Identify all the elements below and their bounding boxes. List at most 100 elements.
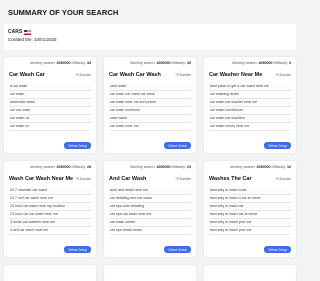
card-metrics: Monthly search: 4050000 Difficulty: 34 — [9, 61, 91, 65]
keyword-list: card wash car wash car wash car wash car… — [109, 83, 191, 131]
card-metrics: Monthly search: 4050000 Difficulty: 23 — [109, 165, 191, 169]
keyword-item: car wash near me — [109, 123, 191, 131]
keyword-item: car wash car washers — [209, 115, 291, 123]
keyword-item: car wash ca — [9, 115, 91, 123]
card-title: Washes The Car — [209, 176, 252, 182]
keyword-item: car washing deals — [209, 91, 291, 99]
monthly-search-label: Monthly search: — [130, 61, 156, 65]
keyword-item: car spa car wash near me — [109, 211, 191, 219]
keyword-group-card-partial — [104, 265, 196, 281]
keyword-item: car spa detail center — [109, 227, 191, 235]
monthly-search-value: 4050000 — [56, 165, 71, 169]
monthly-search-label: Monthly search: — [30, 61, 56, 65]
monthly-search-value: 4050000 — [156, 165, 171, 169]
keyword-item: card wash — [109, 83, 191, 91]
card-metrics: Monthly search: 4050000 Difficulty: 45 — [109, 61, 191, 65]
difficulty-label: Difficulty: — [273, 61, 288, 65]
keyword-list: 24 7 carwash car wash 24 7 self car wash… — [9, 187, 91, 235]
page-title: SUMMARY OF YOUR SEARCH — [8, 8, 119, 17]
keyword-list: best place to get a car wash near me car… — [209, 83, 291, 131]
bucket-count: +9 Buckets — [175, 177, 191, 181]
card-title: Car Washer Near Me — [209, 72, 263, 78]
bucket-count: +9 Buckets — [275, 177, 291, 181]
card-title: And Car Wash — [109, 176, 147, 182]
select-group-button[interactable]: Select Group — [264, 246, 291, 253]
keyword-item: automatic wash — [9, 99, 91, 107]
monthly-search-value: 4050000 — [156, 61, 171, 65]
bucket-count: +9 Buckets — [75, 73, 91, 77]
difficulty-label: Difficulty: — [71, 165, 86, 169]
keyword-item: car detailing and car wash — [109, 195, 191, 203]
difficulty-label: Difficulty: — [271, 165, 286, 169]
keyword-group-card: Monthly search: 4050000 Difficulty: 45 C… — [104, 57, 196, 153]
keyword-item: best way to wash car — [209, 203, 291, 211]
keyword-list: auto and detail near me car detailing an… — [109, 187, 191, 235]
card-title: Wash Car Wash Near Me — [9, 176, 74, 182]
keyword-group-card: Monthly search: 4050000 Difficulty: 34 C… — [4, 57, 96, 153]
monthly-search-value: 4050000 — [56, 61, 71, 65]
difficulty-label: Difficulty: — [71, 61, 86, 65]
keyword-item: best way to wash your car — [209, 219, 291, 227]
keyword-item: 24 hour car car wash near me — [9, 211, 91, 219]
keyword-item: a car wash — [9, 83, 91, 91]
monthly-search-label: Monthly search: — [232, 61, 258, 65]
difficulty-value: 45 — [187, 61, 191, 65]
card-metrics: Monthly search: 4050000 Difficulty: 28 — [9, 165, 91, 169]
page-header: SUMMARY OF YOUR SEARCH — [4, 0, 296, 20]
keyword-item: car wash car washer near me — [209, 99, 291, 107]
difficulty-label: Difficulty: — [171, 61, 186, 65]
keyword-item: car wash car wash car wash — [109, 91, 191, 99]
monthly-search-value: 4050000 — [258, 61, 273, 65]
keyword-group-card-partial — [204, 265, 296, 281]
difficulty-label: Difficulty: — [171, 165, 186, 169]
card-metrics: Monthly search: 4050000 Difficulty: 16 — [209, 165, 291, 169]
keyword-item: best way to wash your car — [209, 227, 291, 235]
bucket-count: +9 Buckets — [175, 73, 191, 77]
difficulty-value: 3 — [289, 61, 291, 65]
keyword-item: 24 7 self car wash near me — [9, 195, 91, 203]
keyword-group-card: Monthly search: 4050000 Difficulty: 28 W… — [4, 161, 96, 257]
keyword-item: 24 hour car wash near my location — [9, 203, 91, 211]
bucket-count: +9 Buckets — [75, 177, 91, 181]
search-info-panel: CARS Created the: 10/01/2025 — [4, 24, 296, 50]
monthly-search-label: Monthly search: — [230, 165, 256, 169]
keyword-item: car wash honey near me — [209, 123, 291, 131]
difficulty-value: 16 — [287, 165, 291, 169]
select-group-button[interactable]: Select Group — [64, 142, 91, 149]
card-metrics: Monthly search: 4050000 Difficulty: 3 — [209, 61, 291, 65]
keyword-list: a car wash car wash automatic wash car c… — [9, 83, 91, 131]
next-row-cards — [4, 265, 296, 281]
keyword-item: car wash nv — [9, 123, 91, 131]
category-row: CARS — [8, 29, 292, 35]
keyword-group-card: Monthly search: 4050000 Difficulty: 16 W… — [204, 161, 296, 257]
keyword-group-grid: Monthly search: 4050000 Difficulty: 34 C… — [4, 57, 296, 257]
card-title: Car Wash Car Wash — [109, 72, 161, 78]
keyword-item: car wash conditioner — [209, 107, 291, 115]
keyword-item: best place to get a car wash near me — [209, 83, 291, 91]
difficulty-value: 23 — [187, 165, 191, 169]
select-group-button[interactable]: Select Group — [64, 246, 91, 253]
keyword-item: car spa auto detailing — [109, 203, 191, 211]
select-group-button[interactable]: Select Group — [264, 142, 291, 149]
keyword-item: car wash weekend — [109, 107, 191, 115]
keyword-item: best way to wash a car at home — [209, 195, 291, 203]
keyword-item: 4 self car wash near me — [9, 227, 91, 235]
keyword-group-card-partial — [4, 265, 96, 281]
select-group-button[interactable]: Select Group — [164, 142, 191, 149]
keyword-item: best way to wash a car — [209, 187, 291, 195]
keyword-list: best way to wash a car best way to wash … — [209, 187, 291, 235]
difficulty-value: 28 — [87, 165, 91, 169]
created-date: Created the: 10/01/2025 — [8, 37, 57, 42]
keyword-item: car wash center — [109, 219, 191, 227]
keyword-item: car car wash — [9, 107, 91, 115]
monthly-search-value: 4050000 — [256, 165, 271, 169]
keyword-group-card: Monthly search: 4050000 Difficulty: 23 A… — [104, 161, 196, 257]
monthly-search-label: Monthly search: — [130, 165, 156, 169]
keyword-item: 24 7 carwash car wash — [9, 187, 91, 195]
us-flag-icon — [24, 29, 32, 35]
select-group-button[interactable]: Select Group — [164, 246, 191, 253]
bucket-count: +9 Buckets — [275, 73, 291, 77]
card-title: Car Wash Car — [9, 72, 45, 78]
difficulty-value: 34 — [87, 61, 91, 65]
category-label: CARS — [8, 29, 23, 35]
